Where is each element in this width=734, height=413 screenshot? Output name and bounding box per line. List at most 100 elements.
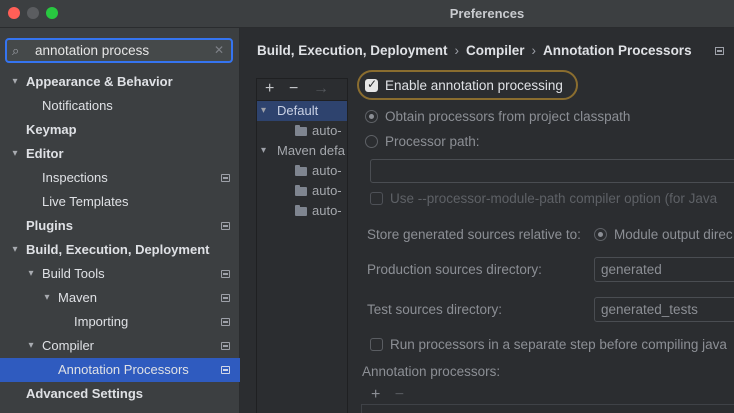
- tree-item-label: Appearance & Behavior: [26, 74, 173, 89]
- tree-item-build-tools[interactable]: ▾ Build Tools: [0, 262, 240, 286]
- breadcrumb-item[interactable]: Compiler: [466, 43, 525, 58]
- tree-item-notifications[interactable]: Notifications: [0, 94, 240, 118]
- store-generated-label: Store generated sources relative to:: [367, 227, 581, 242]
- production-sources-value: generated: [601, 262, 662, 277]
- chevron-down-icon[interactable]: ▾: [261, 101, 266, 121]
- profile-module-item[interactable]: auto-: [257, 201, 347, 221]
- ap-toolbar: + −: [371, 386, 404, 404]
- tree-item-keymap[interactable]: Keymap: [0, 118, 240, 142]
- search-input[interactable]: ⌕ annotation process ✕: [5, 38, 233, 63]
- tree-item-annotation-processors[interactable]: Annotation Processors: [0, 358, 240, 382]
- test-sources-label: Test sources directory:: [367, 302, 503, 317]
- processor-path-input[interactable]: [370, 159, 734, 183]
- enable-annotation-processing-checkbox[interactable]: [365, 77, 378, 92]
- search-icon: ⌕: [12, 43, 20, 58]
- tree-item-label: Live Templates: [42, 194, 129, 209]
- chevron-down-icon[interactable]: ▾: [25, 262, 37, 286]
- module-label: auto-: [312, 123, 342, 138]
- tree-item-label: Editor: [26, 146, 64, 161]
- maximize-window-button[interactable]: [46, 7, 58, 19]
- settings-tree: ▾ Appearance & Behavior Notifications Ke…: [0, 70, 240, 406]
- test-sources-input[interactable]: generated_tests: [594, 297, 734, 322]
- processor-path-label[interactable]: Processor path:: [385, 134, 480, 149]
- obtain-from-classpath-label[interactable]: Obtain processors from project classpath: [385, 109, 630, 124]
- folder-icon: [295, 165, 307, 176]
- tree-item-label: Importing: [74, 314, 129, 329]
- annotation-processors-table[interactable]: [361, 404, 734, 413]
- module-output-label[interactable]: Module output direc: [614, 227, 733, 242]
- profile-module-item[interactable]: auto-: [257, 121, 347, 141]
- chevron-down-icon[interactable]: ▾: [25, 334, 37, 358]
- separate-step-checkbox[interactable]: [370, 338, 383, 351]
- project-scope-icon: [221, 270, 230, 278]
- profile-label: Default: [277, 103, 319, 118]
- close-window-button[interactable]: [8, 7, 20, 19]
- chevron-down-icon[interactable]: ▾: [9, 70, 21, 94]
- remove-profile-button[interactable]: −: [289, 80, 298, 98]
- tree-item-plugins[interactable]: Plugins: [0, 214, 240, 238]
- tree-item-advanced-settings[interactable]: Advanced Settings: [0, 382, 240, 406]
- title-bar: Preferences: [0, 0, 734, 28]
- tree-item-label: Notifications: [42, 98, 113, 113]
- chevron-down-icon[interactable]: ▾: [41, 286, 53, 310]
- project-scope-icon: [221, 366, 230, 374]
- profile-item-maven-default[interactable]: ▾ Maven defa: [257, 141, 347, 161]
- processor-profiles-list: + − → ▾ Default auto- ▾ Maven defa auto-…: [256, 78, 348, 413]
- processor-module-path-checkbox[interactable]: [370, 192, 383, 205]
- breadcrumb: Build, Execution, Deployment › Compiler › An…: [257, 43, 692, 58]
- enable-annotation-processing-label[interactable]: Enable annotation processing: [385, 78, 563, 93]
- project-scope-icon: [715, 47, 724, 55]
- project-scope-icon: [221, 294, 230, 302]
- profiles-toolbar: + − →: [257, 79, 347, 101]
- tree-item-live-templates[interactable]: Live Templates: [0, 190, 240, 214]
- add-profile-button[interactable]: +: [265, 80, 274, 98]
- tree-item-label: Annotation Processors: [58, 362, 189, 377]
- chevron-down-icon[interactable]: ▾: [9, 142, 21, 166]
- add-processor-button[interactable]: +: [371, 386, 380, 403]
- module-label: auto-: [312, 163, 342, 178]
- tree-item-label: Maven: [58, 290, 98, 305]
- processor-path-radio[interactable]: [365, 135, 378, 148]
- breadcrumb-item[interactable]: Build, Execution, Deployment: [257, 43, 448, 58]
- tree-item-label: Build, Execution, Deployment: [26, 242, 210, 257]
- separate-step-label[interactable]: Run processors in a separate step before…: [390, 337, 727, 352]
- folder-icon: [295, 125, 307, 136]
- breadcrumb-separator-icon: ›: [454, 43, 460, 58]
- profile-item-default[interactable]: ▾ Default: [257, 101, 347, 121]
- tree-item-label: Inspections: [42, 170, 108, 185]
- window-title: Preferences: [449, 6, 525, 21]
- chevron-down-icon[interactable]: ▾: [261, 141, 266, 161]
- project-scope-icon: [221, 174, 230, 182]
- project-scope-icon: [221, 222, 230, 230]
- test-sources-value: generated_tests: [601, 302, 698, 317]
- search-value[interactable]: annotation process: [35, 43, 149, 58]
- project-scope-icon: [221, 318, 230, 326]
- clear-search-icon[interactable]: ✕: [214, 43, 224, 57]
- production-sources-label: Production sources directory:: [367, 262, 542, 277]
- tree-item-build[interactable]: ▾ Build, Execution, Deployment: [0, 238, 240, 262]
- move-profile-button[interactable]: →: [313, 80, 329, 98]
- remove-processor-button[interactable]: −: [395, 386, 404, 403]
- processor-module-path-label[interactable]: Use --processor-module-path compiler opt…: [390, 191, 717, 206]
- breadcrumb-separator-icon: ›: [531, 43, 537, 58]
- tree-item-maven[interactable]: ▾ Maven: [0, 286, 240, 310]
- profile-label: Maven defa: [277, 143, 345, 158]
- tree-item-label: Build Tools: [42, 266, 105, 281]
- folder-icon: [295, 205, 307, 216]
- minimize-window-button[interactable]: [27, 7, 39, 19]
- production-sources-input[interactable]: generated: [594, 257, 734, 282]
- breadcrumb-item[interactable]: Annotation Processors: [543, 43, 692, 58]
- tree-item-editor[interactable]: ▾ Editor: [0, 142, 240, 166]
- profile-module-item[interactable]: auto-: [257, 161, 347, 181]
- tree-item-compiler[interactable]: ▾ Compiler: [0, 334, 240, 358]
- tree-item-inspections[interactable]: Inspections: [0, 166, 240, 190]
- annotation-processors-label: Annotation processors:: [362, 364, 501, 379]
- tree-item-appearance[interactable]: ▾ Appearance & Behavior: [0, 70, 240, 94]
- chevron-down-icon[interactable]: ▾: [9, 238, 21, 262]
- profile-module-item[interactable]: auto-: [257, 181, 347, 201]
- project-scope-icon: [221, 342, 230, 350]
- settings-sidebar: ⌕ annotation process ✕ ▾ Appearance & Be…: [0, 28, 240, 413]
- obtain-from-classpath-radio[interactable]: [365, 110, 378, 123]
- tree-item-importing[interactable]: Importing: [0, 310, 240, 334]
- module-output-radio[interactable]: [594, 228, 607, 241]
